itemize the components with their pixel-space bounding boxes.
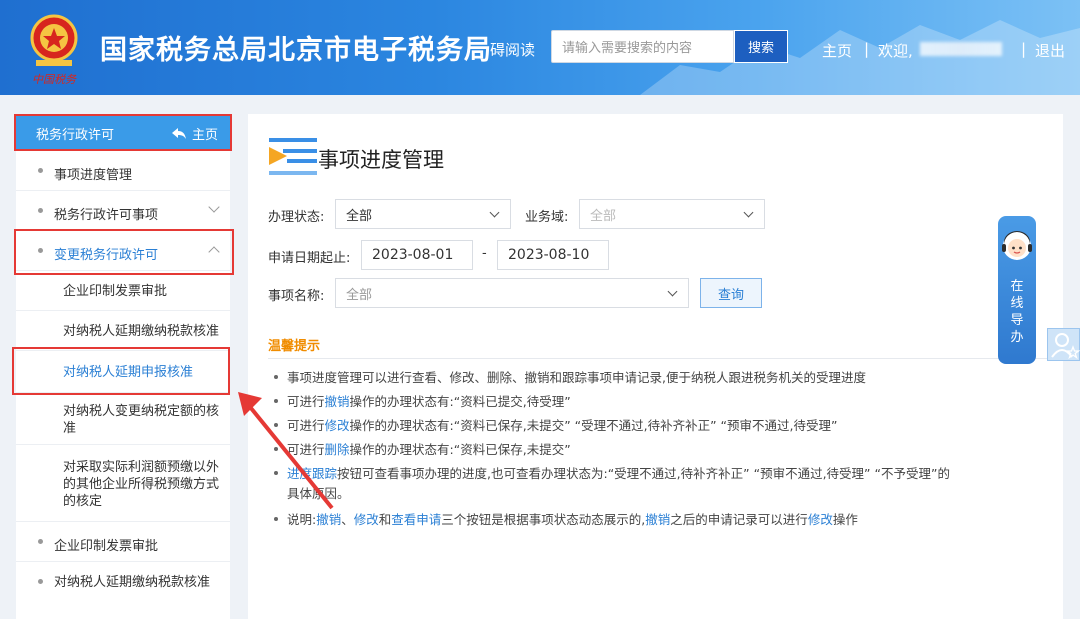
chevron-down-icon [489, 207, 500, 218]
sidebar-item-permit-matters[interactable]: 税务行政许可事项 [16, 191, 230, 231]
tip-text: 具体原因。 [274, 484, 1044, 504]
search-button[interactable]: 搜索 [734, 30, 788, 63]
sidebar-item-invoice-approval[interactable]: 企业印制发票审批 [16, 522, 230, 562]
business-domain-select[interactable]: 全部 [579, 199, 765, 229]
modify-link[interactable]: 修改 [808, 512, 833, 527]
chevron-down-icon [667, 286, 678, 297]
welcome-text: 欢迎, [878, 42, 913, 60]
sidebar-subitem-change-quota[interactable]: 对纳税人变更纳税定额的核准 [16, 393, 230, 445]
sidebar-subitem-label: 企业印制发票审批 [63, 284, 168, 299]
page-title: 事项进度管理 [318, 148, 444, 172]
date-separator: - [482, 246, 487, 261]
tip-item: 进度跟踪按钮可查看事项办理的进度,也可查看办理状态为:“受理不通过,待补齐补正”… [274, 464, 1044, 504]
sidebar-item-label: 事项进度管理 [54, 168, 133, 183]
tip-item: 说明:撤销、修改和查看申请三个按钮是根据事项状态动态展示的,撤销之后的申请记录可… [274, 510, 1044, 530]
date-start-input[interactable]: 2023-08-01 [361, 240, 473, 270]
sidebar-item-progress[interactable]: 事项进度管理 [16, 151, 230, 191]
sidebar-item-label: 企业印制发票审批 [54, 539, 159, 554]
item-name-value: 全部 [346, 287, 373, 303]
tip-text: 说明: [287, 512, 317, 527]
highlight-box-sidebar-header [14, 114, 232, 151]
status-select-value: 全部 [346, 208, 373, 224]
main-panel [248, 114, 1063, 619]
nav-separator: | [864, 40, 870, 58]
sidebar-subitem-invoice-approval[interactable]: 企业印制发票审批 [16, 271, 230, 311]
highlight-box-defer-filing [12, 347, 230, 395]
sidebar-subitem-defer-payment[interactable]: 对纳税人延期缴纳税款核准 [16, 311, 230, 351]
status-select[interactable]: 全部 [335, 199, 511, 229]
tip-text: 事项进度管理可以进行查看、修改、删除、撤销和跟踪事项申请记录,便于纳税人跟进税务… [287, 370, 866, 385]
sidebar-subitem-prepay-method[interactable]: 对采取实际利润额预缴以外的其他企业所得税预缴方式的核定 [16, 445, 230, 522]
bullet-icon [38, 579, 43, 584]
site-title: 国家税务总局北京市电子税务局 [100, 35, 492, 66]
customer-service-avatar-icon [1002, 231, 1032, 260]
favorite-user-icon[interactable] [1047, 328, 1080, 361]
tips-title: 温馨提示 [268, 339, 321, 354]
national-emblem-logo: 中国税务 [30, 14, 78, 86]
online-guide-label: 在线导办 [1010, 279, 1024, 345]
tip-item: 可进行撤销操作的办理状态有:“资料已提交,待受理” [274, 392, 1044, 412]
bullet-icon [38, 208, 43, 213]
tip-item: 可进行删除操作的办理状态有:“资料已保存,未提交” [274, 440, 1044, 460]
business-domain-value: 全部 [590, 208, 617, 224]
logout-link[interactable]: 退出 [1035, 40, 1065, 61]
blurred-username [920, 42, 1002, 56]
tip-text: 和 [378, 512, 392, 527]
divider [268, 358, 1048, 359]
tip-text: 、 [341, 512, 354, 527]
tip-text: 按钮可查看事项办理的进度,也可查看办理状态为:“受理不通过,待补齐补正” “预审… [337, 466, 950, 481]
home-link[interactable]: 主页 [822, 40, 852, 61]
sidebar-item-label: 税务行政许可事项 [54, 208, 159, 223]
bullet-icon [38, 168, 43, 173]
page-title-icon [269, 138, 317, 175]
sidebar-subitem-label: 对纳税人延期缴纳税款核准 [63, 324, 220, 339]
tip-text: 操作的办理状态有:“资料已提交,待受理” [349, 394, 571, 409]
date-end-input[interactable]: 2023-08-10 [497, 240, 609, 270]
business-domain-label: 业务域: [525, 210, 569, 225]
revoke-link[interactable]: 撤销 [316, 512, 341, 527]
item-name-select[interactable]: 全部 [335, 278, 689, 308]
date-range-label: 申请日期起止: [268, 251, 351, 266]
revoke-link[interactable]: 撤销 [645, 512, 670, 527]
highlight-box-change-permit [14, 229, 234, 275]
status-label: 办理状态: [268, 210, 325, 225]
sidebar-subitem-label: 对纳税人变更纳税定额的核准 [63, 404, 220, 436]
sidebar-subitem-label: 对采取实际利润额预缴以外的其他企业所得税预缴方式的核定 [63, 460, 220, 509]
item-name-label: 事项名称: [268, 289, 325, 304]
view-application-link[interactable]: 查看申请 [391, 512, 441, 527]
sidebar-item-label: 对纳税人延期缴纳税款核准 [54, 575, 211, 590]
modify-link[interactable]: 修改 [354, 512, 379, 527]
search-placeholder: 请输入需要搜索的内容 [562, 40, 693, 55]
annotation-arrow-icon [238, 392, 334, 510]
query-button[interactable]: 查询 [700, 278, 762, 308]
search-input[interactable]: 请输入需要搜索的内容 [551, 30, 734, 63]
sidebar-item-defer-payment[interactable]: 对纳税人延期缴纳税款核准 [16, 562, 230, 619]
tip-text: 操作的办理状态有:“资料已保存,未提交” [349, 442, 571, 457]
tip-text: 之后的申请记录可以进行 [670, 512, 808, 527]
nav-separator: | [1021, 40, 1027, 58]
tip-item: 可进行修改操作的办理状态有:“资料已保存,未提交” “受理不通过,待补齐补正” … [274, 416, 1044, 436]
accessible-reading-link[interactable]: 碍阅读 [490, 39, 535, 60]
svg-text:中国税务: 中国税务 [32, 73, 77, 86]
tip-text: 操作 [832, 512, 858, 527]
chevron-down-icon [743, 207, 754, 218]
tip-item: 事项进度管理可以进行查看、修改、删除、撤销和跟踪事项申请记录,便于纳税人跟进税务… [274, 368, 1044, 388]
chevron-down-icon [208, 201, 220, 213]
online-guide-button[interactable]: 在线导办 [998, 216, 1036, 364]
tip-text: 三个按钮是根据事项状态动态展示的, [441, 512, 646, 527]
bullet-icon [38, 539, 43, 544]
tip-text: 操作的办理状态有:“资料已保存,未提交” “受理不通过,待补齐补正” “预审不通… [349, 418, 838, 433]
